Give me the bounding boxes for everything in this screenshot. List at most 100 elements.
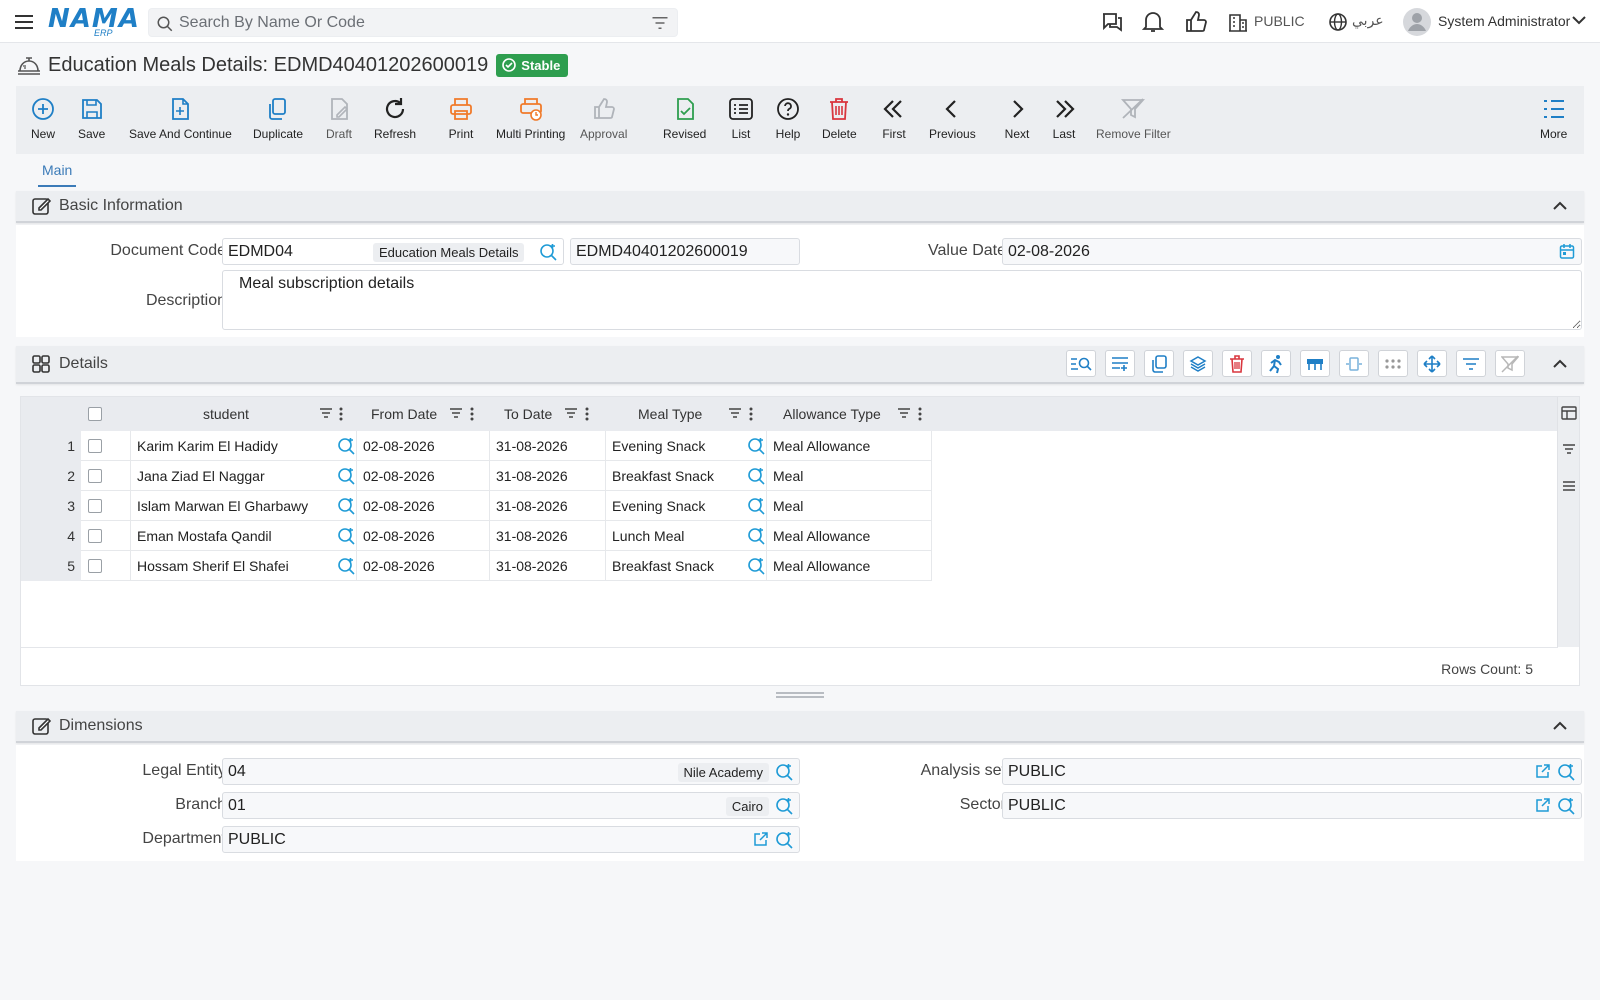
draft-button[interactable]: Draft (326, 96, 352, 141)
cell-from-date[interactable]: 02-08-2026 (357, 461, 490, 491)
cell-to-date[interactable]: 31-08-2026 (490, 491, 606, 521)
table-row[interactable]: 3 Islam Marwan El Gharbawy 02-08-2026 31… (21, 491, 1558, 521)
logo[interactable]: NAMA ERP (48, 4, 139, 38)
description-field[interactable]: Meal subscription details (222, 270, 1582, 330)
lookup-icon[interactable] (539, 243, 557, 261)
cell-allowance-type[interactable]: Meal Allowance (767, 431, 932, 461)
grid-remove-filter-button[interactable] (1495, 350, 1525, 377)
legal-entity-field[interactable]: 04 Nile Academy (222, 758, 800, 785)
cell-student[interactable]: Islam Marwan El Gharbawy (131, 491, 357, 521)
external-link-icon[interactable] (1535, 763, 1551, 779)
department-field[interactable]: PUBLIC (222, 826, 800, 853)
sector-field[interactable]: PUBLIC (1002, 792, 1582, 819)
calendar-icon[interactable] (1559, 243, 1575, 260)
delete-button[interactable]: Delete (822, 96, 857, 141)
rows-panel-icon[interactable] (1562, 479, 1576, 493)
branch-field[interactable]: 01 Cairo (222, 792, 800, 819)
document-code-field[interactable]: EDMD04 Education Meals Details (222, 238, 564, 265)
globe-icon[interactable] (1328, 12, 1348, 32)
previous-button[interactable]: Previous (929, 96, 976, 141)
cell-student[interactable]: Karim Karim El Hadidy (131, 431, 357, 461)
cell-allowance-type[interactable]: Meal (767, 461, 932, 491)
column-from-date[interactable]: From Date (357, 397, 490, 431)
document-number-field[interactable]: EDMD40401202600019 (570, 238, 800, 265)
save-button[interactable]: Save (78, 96, 105, 141)
dimensions-header[interactable]: Dimensions (16, 711, 1584, 743)
chat-icon[interactable] (1100, 10, 1124, 34)
analysis-set-field[interactable]: PUBLIC (1002, 758, 1582, 785)
cell-allowance-type[interactable]: Meal Allowance (767, 551, 932, 581)
value-date-field[interactable]: 02-08-2026 (1002, 238, 1582, 265)
lookup-icon[interactable] (775, 831, 793, 849)
column-filter-icon[interactable] (564, 407, 578, 419)
lookup-icon[interactable] (1557, 763, 1575, 781)
column-student[interactable]: student (131, 397, 357, 431)
cell-student[interactable]: Hossam Sherif El Shafei (131, 551, 357, 581)
column-filter-icon[interactable] (728, 407, 742, 419)
column-meal-type[interactable]: Meal Type (606, 397, 767, 431)
cell-to-date[interactable]: 31-08-2026 (490, 551, 606, 581)
refresh-button[interactable]: Refresh (374, 96, 416, 141)
lookup-icon[interactable] (747, 437, 765, 455)
column-filter-icon[interactable] (319, 407, 333, 419)
lookup-icon[interactable] (775, 763, 793, 781)
cell-student[interactable]: Eman Mostafa Qandil (131, 521, 357, 551)
cell-to-date[interactable]: 31-08-2026 (490, 521, 606, 551)
cell-from-date[interactable]: 02-08-2026 (357, 491, 490, 521)
table-row[interactable]: 2 Jana Ziad El Naggar 02-08-2026 31-08-2… (21, 461, 1558, 491)
table-insert-button[interactable] (1300, 350, 1330, 377)
company-label[interactable]: PUBLIC (1254, 13, 1305, 29)
cell-student[interactable]: Jana Ziad El Naggar (131, 461, 357, 491)
approval-button[interactable]: Approval (580, 96, 627, 141)
next-button[interactable]: Next (1004, 96, 1030, 141)
building-icon[interactable] (1228, 12, 1248, 32)
cell-meal-type[interactable]: Breakfast Snack (606, 551, 767, 581)
last-button[interactable]: Last (1051, 96, 1077, 141)
cell-from-date[interactable]: 02-08-2026 (357, 431, 490, 461)
lookup-icon[interactable] (775, 797, 793, 815)
table-row[interactable]: 1 Karim Karim El Hadidy 02-08-2026 31-08… (21, 431, 1558, 461)
lookup-icon[interactable] (337, 527, 355, 545)
external-link-icon[interactable] (1535, 797, 1551, 813)
table-row[interactable]: 4 Eman Mostafa Qandil 02-08-2026 31-08-2… (21, 521, 1558, 551)
chevron-up-icon[interactable] (1552, 357, 1568, 371)
bell-icon[interactable] (1142, 10, 1164, 34)
cell-allowance-type[interactable]: Meal (767, 491, 932, 521)
external-link-icon[interactable] (753, 831, 769, 847)
search-input[interactable] (179, 11, 639, 34)
first-button[interactable]: First (881, 96, 907, 141)
column-menu-icon[interactable] (585, 407, 589, 421)
lookup-icon[interactable] (337, 497, 355, 515)
column-filter-icon[interactable] (449, 407, 463, 419)
cell-meal-type[interactable]: Evening Snack (606, 431, 767, 461)
cell-meal-type[interactable]: Evening Snack (606, 491, 767, 521)
grid-search-button[interactable] (1066, 350, 1096, 377)
save-and-continue-button[interactable]: Save And Continue (129, 96, 232, 141)
column-allowance-type[interactable]: Allowance Type (767, 397, 932, 431)
lookup-icon[interactable] (747, 527, 765, 545)
chevron-down-icon[interactable] (1572, 15, 1586, 25)
lookup-icon[interactable] (747, 467, 765, 485)
select-all-checkbox[interactable] (88, 407, 102, 421)
tab-main[interactable]: Main (38, 162, 77, 187)
lookup-icon[interactable] (337, 437, 355, 455)
layers-button[interactable] (1183, 350, 1213, 377)
lookup-icon[interactable] (337, 557, 355, 575)
cell-from-date[interactable]: 02-08-2026 (357, 551, 490, 581)
chevron-up-icon[interactable] (1552, 719, 1568, 733)
help-button[interactable]: Help (775, 96, 801, 141)
hamburger-menu-icon[interactable] (12, 10, 36, 34)
table-row[interactable]: 5 Hossam Sherif El Shafei 02-08-2026 31-… (21, 551, 1558, 581)
grid-resize-handle[interactable] (776, 692, 824, 698)
cell-allowance-type[interactable]: Meal Allowance (767, 521, 932, 551)
copy-row-button[interactable] (1144, 350, 1174, 377)
thumbs-up-icon[interactable] (1184, 10, 1208, 34)
fit-columns-button[interactable] (1339, 350, 1369, 377)
column-menu-icon[interactable] (339, 407, 343, 421)
filters-panel-icon[interactable] (1562, 443, 1576, 455)
print-button[interactable]: Print (448, 96, 474, 141)
language-toggle[interactable]: عربي (1352, 12, 1384, 29)
cell-meal-type[interactable]: Breakfast Snack (606, 461, 767, 491)
list-button[interactable]: List (728, 96, 754, 141)
column-menu-icon[interactable] (749, 407, 753, 421)
